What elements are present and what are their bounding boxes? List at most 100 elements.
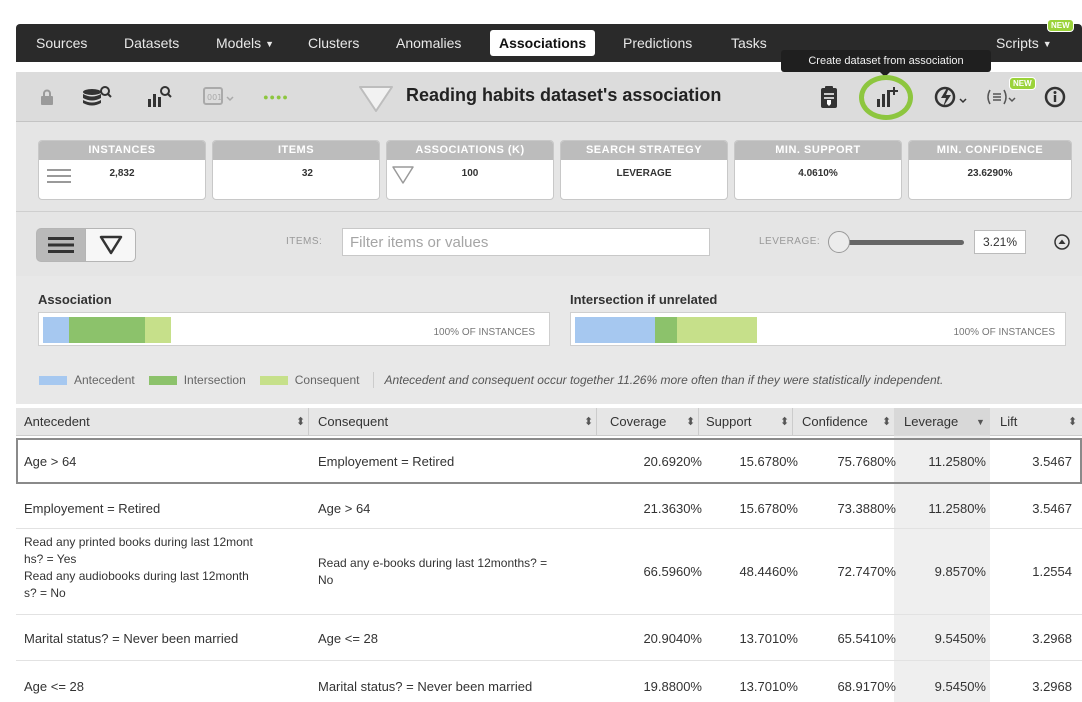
chevron-down-icon: ▼: [265, 39, 275, 49]
bars-legend: Antecedent Intersection Consequent Antec…: [39, 372, 943, 388]
list-icon: [48, 237, 74, 253]
cell-confidence: 65.5410%: [837, 631, 896, 646]
consequent-segment: [677, 317, 757, 343]
column-divider: [792, 408, 793, 436]
stat-value: 23.6290%: [967, 168, 1013, 179]
stat-label: INSTANCES: [39, 141, 205, 160]
table-row[interactable]: Marital status? = Never been married Age…: [16, 615, 1082, 661]
cell-lift: 3.5467: [1032, 454, 1072, 469]
intersection-instances-note: 100% OF INSTANCES: [953, 327, 1055, 338]
association-instances-note: 100% OF INSTANCES: [433, 327, 535, 338]
nav-tasks[interactable]: Tasks: [731, 24, 767, 62]
column-header-support[interactable]: Support: [706, 408, 752, 436]
nav-clusters[interactable]: Clusters: [308, 24, 359, 62]
cell-support: 15.6780%: [739, 454, 798, 469]
clipboard-icon[interactable]: [816, 84, 842, 110]
sort-desc-icon[interactable]: ▼: [976, 408, 985, 436]
summary-stats-panel: INSTANCES 2,832 ITEMS 32 ASSOCIATIONS (K…: [16, 122, 1082, 212]
highlight-ring: [859, 75, 913, 120]
script-icon[interactable]: 001: [202, 84, 236, 110]
sort-icon[interactable]: ⬍: [780, 408, 789, 436]
table-view-button[interactable]: [36, 228, 86, 262]
nav-datasets[interactable]: Datasets: [124, 24, 179, 62]
stat-associations: ASSOCIATIONS (K) 100: [386, 140, 554, 200]
sort-icon[interactable]: ⬍: [296, 408, 305, 436]
nav-anomalies[interactable]: Anomalies: [396, 24, 461, 62]
consequent-segment: [145, 317, 171, 343]
column-divider: [698, 408, 699, 436]
info-icon[interactable]: [1042, 84, 1068, 110]
lightning-dropdown-icon[interactable]: [932, 84, 970, 110]
association-icon: [99, 235, 122, 255]
sort-icon[interactable]: ⬍: [584, 408, 593, 436]
chart-search-icon[interactable]: [144, 84, 174, 110]
cell-antecedent: Age > 64: [24, 454, 77, 469]
stat-label: ASSOCIATIONS (K): [387, 141, 553, 160]
cell-leverage: 9.5450%: [934, 631, 986, 646]
association-bar-title: Association: [38, 292, 112, 307]
stat-min-confidence: MIN. CONFIDENCE 23.6290%: [908, 140, 1072, 200]
association-bars-panel: Association 100% OF INSTANCES Intersecti…: [16, 276, 1082, 404]
lock-icon[interactable]: [34, 84, 60, 110]
sort-icon[interactable]: ⬍: [1068, 408, 1077, 436]
leverage-slider-track[interactable]: [846, 240, 964, 245]
cell-leverage: 11.2580%: [928, 501, 986, 516]
table-row[interactable]: Read any printed books during last 12mon…: [16, 529, 1082, 615]
cell-confidence: 73.3880%: [837, 501, 896, 516]
table-row[interactable]: Employement = Retired Age > 64 21.3630% …: [16, 487, 1082, 529]
leverage-slider-thumb[interactable]: [828, 231, 850, 253]
intersection-bar: 100% OF INSTANCES: [570, 312, 1066, 346]
column-header-consequent[interactable]: Consequent: [318, 408, 388, 436]
scripts-new-badge: NEW: [1047, 19, 1074, 32]
column-header-antecedent[interactable]: Antecedent: [24, 408, 90, 436]
stat-value: LEVERAGE: [616, 168, 672, 179]
column-header-lift[interactable]: Lift: [1000, 408, 1017, 436]
cell-leverage: 11.2580%: [928, 454, 986, 469]
stat-value: 2,832: [109, 168, 135, 179]
stat-instances: INSTANCES 2,832: [38, 140, 206, 200]
leverage-value-input[interactable]: 3.21%: [974, 230, 1026, 254]
antecedent-segment: [43, 317, 69, 343]
items-filter-input[interactable]: [342, 228, 710, 256]
stat-min-support: MIN. SUPPORT 4.0610%: [734, 140, 902, 200]
filter-new-badge: NEW: [1009, 77, 1036, 90]
stat-items: ITEMS 32: [212, 140, 380, 200]
association-icon: [356, 82, 396, 114]
legend-intersection: Intersection: [148, 373, 246, 387]
dataset-search-icon[interactable]: [80, 84, 114, 110]
intersection-bar-title: Intersection if unrelated: [570, 292, 718, 307]
tooltip-create-dataset: Create dataset from association: [781, 50, 991, 72]
view-controls: ITEMS: LEVERAGE: 3.21%: [16, 212, 1082, 276]
table-row-selected[interactable]: Age > 64 Employement = Retired 20.6920% …: [16, 438, 1082, 484]
nav-scripts[interactable]: Scripts ▼: [996, 24, 1052, 62]
sort-icon[interactable]: ⬍: [686, 408, 695, 436]
cell-support: 15.6780%: [739, 501, 798, 516]
nav-predictions[interactable]: Predictions: [623, 24, 692, 62]
graph-view-button[interactable]: [86, 228, 136, 262]
cell-confidence: 72.7470%: [837, 564, 896, 579]
nav-sources[interactable]: Sources: [36, 24, 87, 62]
column-header-coverage[interactable]: Coverage: [610, 408, 666, 436]
legend-swatch: [259, 375, 288, 385]
nav-models[interactable]: Models ▼: [216, 24, 274, 62]
table-row[interactable]: Age <= 28 Marital status? = Never been m…: [16, 661, 1082, 702]
cell-consequent: Read any e-books during last 12months? =…: [318, 556, 548, 587]
column-header-leverage[interactable]: Leverage: [904, 408, 958, 436]
cell-consequent: Employement = Retired: [318, 454, 455, 469]
nav-associations[interactable]: Associations: [490, 30, 596, 56]
resource-toolbar: 001 ●●●● Reading habits dataset's associ…: [16, 72, 1082, 122]
cell-coverage: 66.5960%: [643, 564, 702, 579]
more-options-dots[interactable]: ●●●●: [252, 84, 300, 110]
leverage-explanation: Antecedent and consequent occur together…: [384, 373, 944, 387]
sort-icon[interactable]: ⬍: [882, 408, 891, 436]
legend-swatch: [39, 375, 67, 385]
column-header-confidence[interactable]: Confidence: [802, 408, 868, 436]
column-divider: [596, 408, 597, 436]
cell-lift: 3.2968: [1032, 679, 1072, 694]
stat-search-strategy: SEARCH STRATEGY LEVERAGE: [560, 140, 728, 200]
rules-table-header: Antecedent ⬍ Consequent ⬍ Coverage ⬍ Sup…: [16, 408, 1082, 436]
cell-antecedent: Employement = Retired: [24, 501, 161, 516]
cell-confidence: 75.7680%: [837, 454, 896, 469]
cell-consequent: Age <= 28: [318, 631, 378, 646]
collapse-up-icon[interactable]: [1054, 234, 1070, 250]
